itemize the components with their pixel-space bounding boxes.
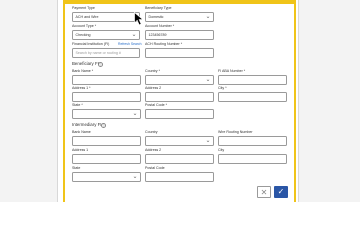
intermediary-city-input[interactable] <box>218 154 287 164</box>
account-type-select[interactable]: Checking ⌄ <box>72 30 140 40</box>
checkmark-icon: ✓ <box>277 187 285 196</box>
beneficiary-country-select[interactable]: ⌄ <box>145 75 214 85</box>
beneficiary-type-value: Domestic <box>148 15 164 19</box>
background-right-pane <box>298 0 360 202</box>
payment-type-value: ACH and Wire <box>75 15 99 19</box>
chevron-down-icon: ⌄ <box>132 174 138 180</box>
beneficiary-city-label: City * <box>218 86 227 90</box>
financial-institution-search-input[interactable]: Search by name or routing # <box>72 48 140 58</box>
intermediary-postal-code-input[interactable] <box>145 172 214 182</box>
intermediary-address2-label: Address 2 <box>145 148 162 152</box>
intermediary-bank-name-input[interactable] <box>72 136 141 146</box>
beneficiary-postal-code-label: Postal Code * <box>145 103 167 107</box>
chevron-down-icon: ⌄ <box>131 32 137 38</box>
beneficiary-postal-code-input[interactable] <box>145 109 214 119</box>
intermediary-country-label: Country <box>145 130 158 134</box>
chevron-down-icon: ⌄ <box>205 138 211 144</box>
wire-routing-input[interactable] <box>218 136 287 146</box>
dialog-top-accent <box>63 0 296 4</box>
beneficiary-state-label: State * <box>72 103 83 107</box>
beneficiary-address2-label: Address 2 <box>145 86 162 90</box>
beneficiary-bank-name-label: Bank Name * <box>72 69 94 73</box>
beneficiary-address1-input[interactable] <box>72 92 141 102</box>
mouse-pointer-icon <box>134 12 144 26</box>
intermediary-state-select[interactable]: ⌄ <box>72 172 141 182</box>
confirm-button[interactable]: ✓ <box>274 186 288 198</box>
beneficiary-state-select[interactable]: ⌄ <box>72 109 141 119</box>
chevron-down-icon: ⌄ <box>205 14 211 20</box>
intermediary-country-select[interactable]: ⌄ <box>145 136 214 146</box>
beneficiary-country-label: Country * <box>145 69 160 73</box>
financial-institution-placeholder: Search by name or routing # <box>75 51 121 55</box>
intermediary-address1-input[interactable] <box>72 154 141 164</box>
fi-aba-label: FI ABA Number * <box>218 69 246 73</box>
account-number-input[interactable]: 123456789 <box>145 30 214 40</box>
ach-routing-label: ACH Routing Number * <box>145 42 183 46</box>
cancel-button[interactable]: ✕ <box>257 186 271 198</box>
account-type-value: Checking <box>75 33 91 37</box>
help-icon[interactable]: ? <box>98 61 103 67</box>
intermediary-bank-name-label: Bank Name <box>72 130 91 134</box>
wire-routing-label: Wire Routing Number <box>218 130 253 134</box>
intermediary-address1-label: Address 1 <box>72 148 89 152</box>
account-number-label: Account Number * <box>145 24 175 28</box>
close-icon: ✕ <box>260 188 268 197</box>
background-left-pane <box>0 0 58 202</box>
beneficiary-bank-name-input[interactable] <box>72 75 141 85</box>
ach-routing-input[interactable] <box>145 48 214 58</box>
refresh-search-link[interactable]: Refresh Search <box>118 42 142 47</box>
fi-aba-input[interactable] <box>218 75 287 85</box>
help-icon[interactable]: ? <box>101 122 106 128</box>
intermediary-city-label: City <box>218 148 225 152</box>
intermediary-state-label: State <box>72 166 81 170</box>
chevron-down-icon: ⌄ <box>205 77 211 83</box>
payment-type-label: Payment Type <box>72 6 95 10</box>
financial-institution-label: Financial Institution (FI) <box>72 42 110 46</box>
beneficiary-type-select[interactable]: Domestic ⌄ <box>145 12 214 22</box>
beneficiary-address1-label: Address 1 * <box>72 86 91 90</box>
intermediary-fi-heading: Intermediary FI <box>72 122 102 127</box>
intermediary-postal-code-label: Postal Code <box>145 166 165 170</box>
chevron-down-icon: ⌄ <box>132 111 138 117</box>
account-type-label: Account Type * <box>72 24 97 28</box>
beneficiary-city-input[interactable] <box>218 92 287 102</box>
payment-type-select[interactable]: ACH and Wire <box>72 12 140 22</box>
account-number-value: 123456789 <box>148 33 167 37</box>
beneficiary-address2-input[interactable] <box>145 92 214 102</box>
intermediary-address2-input[interactable] <box>145 154 214 164</box>
beneficiary-fi-heading: Beneficiary FI <box>72 61 99 66</box>
beneficiary-type-label: Beneficiary Type <box>145 6 172 10</box>
